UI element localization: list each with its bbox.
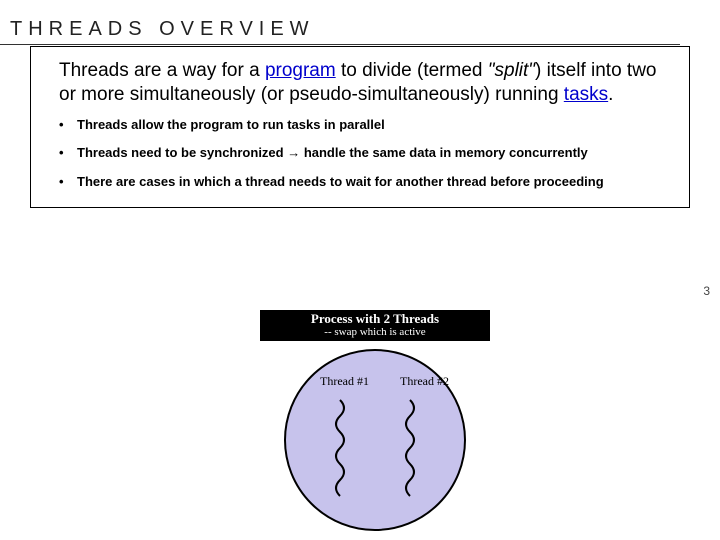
thread1-label: Thread #1 bbox=[320, 374, 369, 388]
thread-diagram: Process with 2 Threads -- swap which is … bbox=[260, 310, 490, 535]
title-underline bbox=[0, 44, 680, 45]
bullet-item: Threads need to be synchronized → handle… bbox=[59, 145, 673, 162]
diagram-subtitle: -- swap which is active bbox=[260, 326, 490, 341]
link-program[interactable]: program bbox=[265, 60, 336, 81]
slide-title: THREADS OVERVIEW bbox=[10, 18, 315, 41]
process-circle-svg: Thread #1 Thread #2 bbox=[270, 345, 480, 535]
link-tasks[interactable]: tasks bbox=[564, 84, 608, 105]
bullet-item: Threads allow the program to run tasks i… bbox=[59, 117, 673, 134]
bullet-list: Threads allow the program to run tasks i… bbox=[59, 117, 673, 192]
content-box: Threads are a way for a program to divid… bbox=[30, 46, 690, 208]
intro-text-mid1: to divide (termed bbox=[336, 60, 488, 81]
intro-paragraph: Threads are a way for a program to divid… bbox=[59, 59, 673, 107]
intro-text-pre: Threads are a way for a bbox=[59, 60, 265, 81]
thread2-label: Thread #2 bbox=[400, 374, 449, 388]
diagram-title: Process with 2 Threads bbox=[260, 310, 490, 326]
bullet-item: There are cases in which a thread needs … bbox=[59, 174, 673, 191]
page-number: 3 bbox=[703, 284, 710, 298]
diagram-body: Thread #1 Thread #2 bbox=[260, 341, 490, 535]
intro-text-end: . bbox=[608, 84, 613, 105]
intro-italic: "split" bbox=[488, 60, 535, 81]
